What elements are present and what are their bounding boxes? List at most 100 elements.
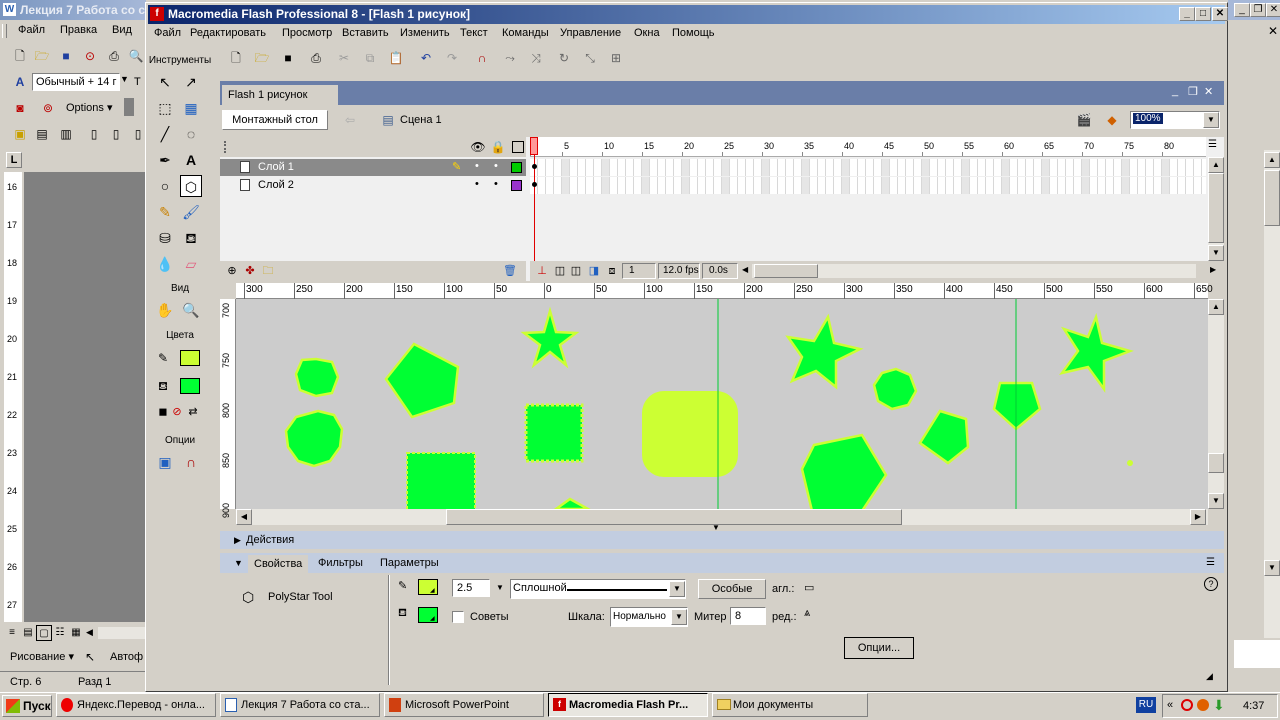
frame-cell[interactable] xyxy=(970,177,978,194)
doc-icon-5[interactable]: ▯ xyxy=(108,126,124,142)
save-file-icon[interactable]: ■ xyxy=(280,50,296,66)
macro-icon[interactable]: ◙ xyxy=(12,100,28,116)
rounded-rect-shape[interactable] xyxy=(642,391,738,477)
lock-dot[interactable]: • xyxy=(494,178,498,190)
frame-cell[interactable] xyxy=(1138,159,1146,176)
frame-cell[interactable] xyxy=(1130,159,1138,176)
tl-hscroll-right[interactable]: ▶ xyxy=(1210,265,1216,274)
heptagon-shape[interactable] xyxy=(872,367,918,411)
resize-grip-icon[interactable]: ◢ xyxy=(1206,671,1213,682)
frame-cell[interactable] xyxy=(1034,159,1042,176)
text-tool-icon[interactable]: A xyxy=(180,149,202,171)
frame-cell[interactable] xyxy=(746,177,754,194)
frame-cell[interactable] xyxy=(1026,177,1034,194)
frame-cell[interactable] xyxy=(810,159,818,176)
normal-view-icon[interactable]: ≡ xyxy=(4,625,20,641)
frame-cell[interactable] xyxy=(930,159,938,176)
stroke-style-select[interactable]: Сплошной ▼ xyxy=(510,579,686,599)
task-my-documents[interactable]: Мои документы xyxy=(712,693,868,717)
frame-cell[interactable] xyxy=(922,159,930,176)
frame-cell[interactable] xyxy=(730,159,738,176)
frame-cell[interactable] xyxy=(626,159,634,176)
new-file-icon[interactable]: 🗋 xyxy=(228,50,244,66)
task-flash[interactable]: f Macromedia Flash Pr... xyxy=(548,693,708,717)
minimize-button[interactable]: _ xyxy=(1179,7,1195,21)
prop-stroke-swatch[interactable] xyxy=(418,579,438,595)
frame-cell[interactable] xyxy=(882,159,890,176)
frame-cell[interactable] xyxy=(850,177,858,194)
stage-scroll-thumb[interactable] xyxy=(1208,453,1224,473)
frame-cell[interactable] xyxy=(578,159,586,176)
frame-cell[interactable] xyxy=(858,177,866,194)
frame-cell[interactable] xyxy=(698,177,706,194)
doc-close-icon[interactable]: ✕ xyxy=(1204,85,1213,98)
frame-cell[interactable] xyxy=(674,177,682,194)
frame-cell[interactable] xyxy=(626,177,634,194)
stage-button[interactable]: Монтажный стол xyxy=(222,110,328,130)
close-x-icon[interactable]: ✕ xyxy=(1268,24,1278,38)
edit-multiple-icon[interactable]: ◨ xyxy=(586,263,602,279)
bg-hscroll-track[interactable] xyxy=(98,627,146,639)
frame-cell[interactable] xyxy=(618,159,626,176)
stage-canvas[interactable] xyxy=(236,299,1208,509)
menu-window[interactable]: Окна xyxy=(628,24,666,42)
timeline-hscroll[interactable] xyxy=(752,264,1196,278)
bg-menu-view[interactable]: Вид xyxy=(106,21,138,39)
frame-cell[interactable] xyxy=(666,177,674,194)
brush-tool-icon[interactable]: 🖌 xyxy=(180,201,202,223)
frame-cell[interactable] xyxy=(538,159,546,176)
pentagon-shape[interactable] xyxy=(918,409,970,465)
frame-cell[interactable] xyxy=(1082,159,1090,176)
frame-cell[interactable] xyxy=(986,159,994,176)
ruler-corner-button[interactable]: L xyxy=(6,152,22,168)
tray-download-icon[interactable]: ⬇ xyxy=(1213,697,1225,714)
delete-layer-icon[interactable]: 🗑 xyxy=(502,263,518,279)
frame-cell[interactable] xyxy=(898,177,906,194)
frame-cell[interactable] xyxy=(810,177,818,194)
pentagon-shape[interactable] xyxy=(384,342,460,419)
open-icon[interactable]: 🗁 xyxy=(254,50,270,66)
frame-cell[interactable] xyxy=(962,177,970,194)
stage-scroll-down[interactable]: ▼ xyxy=(1208,493,1224,509)
frame-cell[interactable] xyxy=(1162,159,1170,176)
tab-parameters[interactable]: Параметры xyxy=(380,553,439,573)
stage-scroll-up[interactable]: ▲ xyxy=(1208,299,1224,315)
frame-cell[interactable] xyxy=(1178,177,1186,194)
dashed-square-shape[interactable] xyxy=(524,403,584,463)
style-dropdown-arrow[interactable]: ▼ xyxy=(120,74,129,84)
frame-cell[interactable] xyxy=(658,159,666,176)
frame-cell[interactable] xyxy=(1066,159,1074,176)
menu-file[interactable]: Файл xyxy=(148,24,187,42)
frame-cell[interactable] xyxy=(802,159,810,176)
web-view-icon[interactable]: ▤ xyxy=(20,625,36,641)
pentagon-shape[interactable] xyxy=(553,497,591,509)
frame-cell[interactable] xyxy=(602,159,610,176)
hand-tool-icon[interactable]: ✋ xyxy=(154,299,176,321)
swap-colors-icon[interactable]: ⇄ xyxy=(182,401,204,423)
bg-right-scroll-down[interactable]: ▼ xyxy=(1264,560,1280,576)
frame-cell[interactable] xyxy=(722,177,730,194)
scale-icon[interactable]: ⤡ xyxy=(582,50,598,66)
frame-cell[interactable] xyxy=(586,177,594,194)
heptagon-shape[interactable] xyxy=(294,357,340,398)
paste-icon[interactable]: 📋 xyxy=(388,50,404,66)
frame-cell[interactable] xyxy=(762,159,770,176)
prop-stroke-arrow[interactable]: ◢ xyxy=(430,587,435,594)
frame-cell[interactable] xyxy=(698,159,706,176)
layer-color-box[interactable] xyxy=(511,162,522,173)
frame-cell[interactable] xyxy=(570,159,578,176)
frame-cell[interactable] xyxy=(1194,177,1202,194)
frame-cell[interactable] xyxy=(914,177,922,194)
frame-cell[interactable] xyxy=(682,159,690,176)
frame-cell[interactable] xyxy=(594,159,602,176)
timeline-grip[interactable] xyxy=(224,141,232,153)
print-view-icon[interactable]: ▢ xyxy=(36,625,52,641)
custom-button[interactable]: Особые xyxy=(698,579,766,599)
tray-notify-icon[interactable] xyxy=(1197,699,1209,711)
frame-cell[interactable] xyxy=(938,159,946,176)
doc-icon-1[interactable]: ▣ xyxy=(12,126,28,142)
eye-icon[interactable]: 👁 xyxy=(470,139,486,155)
frame-cell[interactable] xyxy=(954,177,962,194)
frame-cell[interactable] xyxy=(890,177,898,194)
scale-select[interactable]: Нормально ▼ xyxy=(610,607,688,627)
